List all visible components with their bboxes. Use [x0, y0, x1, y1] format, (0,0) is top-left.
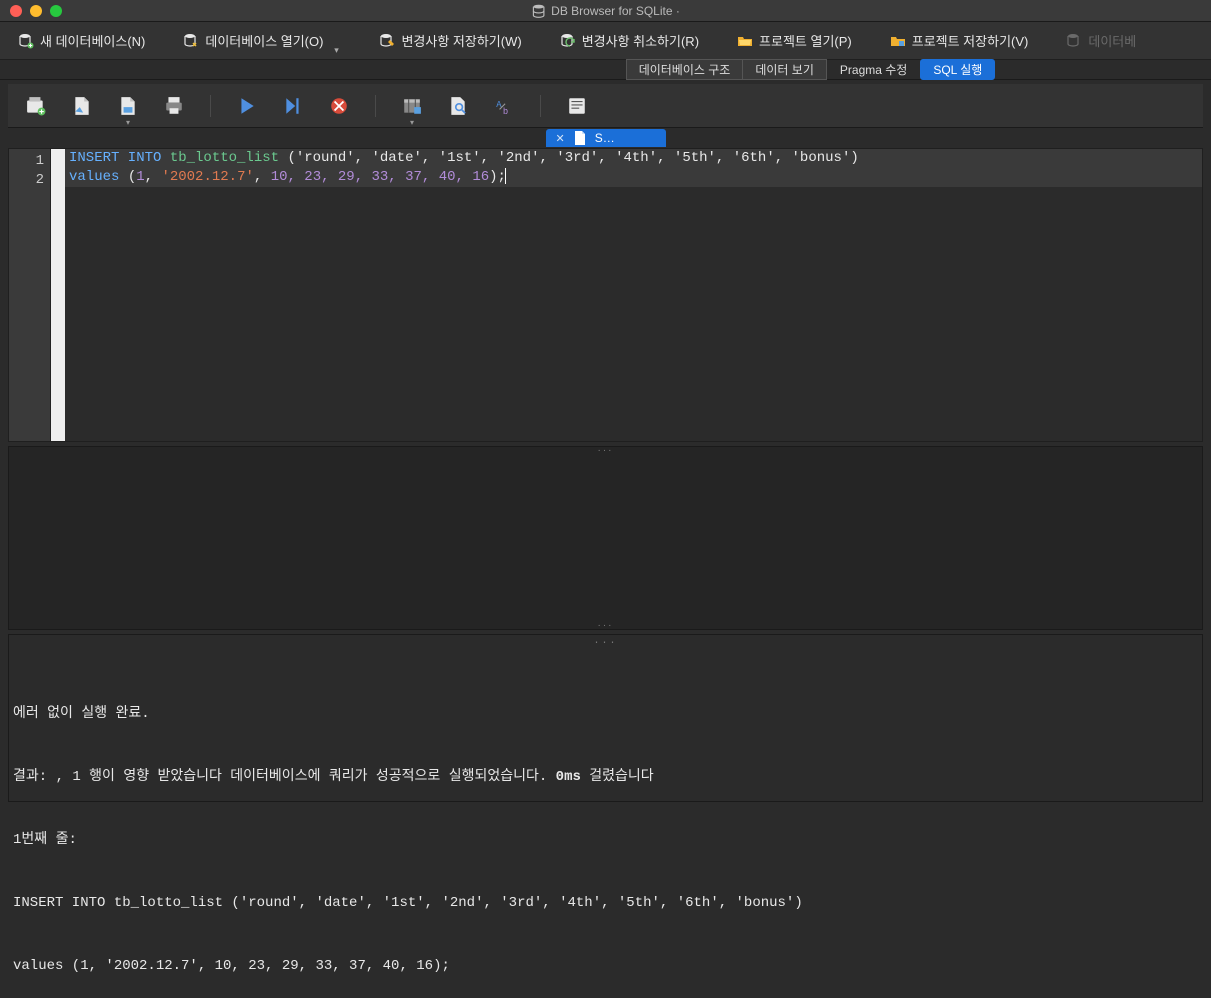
new-database-button[interactable]: 새 데이터베이스(N): [8, 27, 155, 54]
minimize-window-button[interactable]: [30, 5, 42, 17]
code-line[interactable]: values (1, '2002.12.7', 10, 23, 29, 33, …: [65, 168, 1202, 187]
new-database-label: 새 데이터베이스(N): [40, 31, 145, 50]
save-sql-file-button[interactable]: [118, 96, 138, 116]
attach-database-icon: [1066, 33, 1082, 49]
splitter-handle-icon[interactable]: ···: [598, 620, 614, 631]
close-tab-icon[interactable]: ✕: [556, 132, 565, 145]
window-title-text: DB Browser for SQLite ·: [551, 4, 680, 18]
revert-changes-label: 변경사항 취소하기(R): [582, 31, 699, 50]
main-toolbar: 새 데이터베이스(N) 데이터베이스 열기(O) ▾ 변경사항 저장하기(W) …: [0, 22, 1211, 60]
results-panel[interactable]: ··· ···: [8, 446, 1203, 630]
print-button[interactable]: [164, 96, 184, 116]
database-icon: [531, 4, 545, 18]
svg-text:b: b: [503, 106, 508, 115]
tab-db-structure[interactable]: 데이터베이스 구조: [626, 59, 743, 80]
close-window-button[interactable]: [10, 5, 22, 17]
code-area[interactable]: INSERT INTO tb_lotto_list ('round', 'dat…: [65, 149, 1202, 441]
window-controls: [0, 5, 62, 17]
output-line: 결과: , 1 행이 영향 받았습니다 데이터베이스에 쿼리가 성공적으로 실행…: [13, 767, 1198, 788]
stop-button[interactable]: [329, 96, 349, 116]
editor-tab-strip: ✕ S…: [8, 128, 1203, 148]
find-replace-button[interactable]: Ab: [494, 96, 514, 116]
output-line: 1번째 줄:: [13, 830, 1198, 851]
line-number: 1: [9, 152, 44, 171]
editor-tab-active[interactable]: ✕ S…: [546, 129, 666, 147]
splitter-handle-icon[interactable]: ···: [593, 633, 617, 654]
open-database-icon: [183, 33, 199, 49]
sql-editor[interactable]: 1 2 INSERT INTO tb_lotto_list ('round', …: [8, 148, 1203, 442]
open-database-button[interactable]: 데이터베이스 열기(O) ▾: [173, 22, 351, 60]
execute-line-button[interactable]: [283, 96, 303, 116]
open-project-icon: [737, 33, 753, 49]
open-sql-file-button[interactable]: [72, 96, 92, 116]
window-title: DB Browser for SQLite ·: [531, 4, 680, 18]
save-project-label: 프로젝트 저장하기(V): [912, 31, 1029, 50]
svg-text:A: A: [496, 100, 502, 110]
save-project-button[interactable]: 프로젝트 저장하기(V): [880, 27, 1039, 54]
open-project-button[interactable]: 프로젝트 열기(P): [727, 27, 862, 54]
tab-execute-sql[interactable]: SQL 실행: [920, 59, 995, 80]
attach-database-button[interactable]: 데이터베: [1056, 27, 1146, 54]
output-line: 에러 없이 실행 완료.: [13, 704, 1198, 725]
tab-edit-pragma[interactable]: Pragma 수정: [827, 59, 920, 80]
line-number: 2: [9, 171, 44, 190]
code-line[interactable]: INSERT INTO tb_lotto_list ('round', 'dat…: [65, 149, 1202, 168]
sql-log-button[interactable]: [567, 96, 587, 116]
titlebar: DB Browser for SQLite ·: [0, 0, 1211, 22]
open-project-label: 프로젝트 열기(P): [759, 31, 852, 50]
save-project-icon: [890, 33, 906, 49]
output-log-panel[interactable]: ··· 에러 없이 실행 완료. 결과: , 1 행이 영향 받았습니다 데이터…: [8, 634, 1203, 802]
fold-gutter: [51, 149, 65, 441]
text-cursor: [505, 168, 506, 184]
write-changes-button[interactable]: 변경사항 저장하기(W): [369, 27, 531, 54]
execute-sql-button[interactable]: [237, 96, 257, 116]
open-database-dropdown-icon[interactable]: ▾: [331, 26, 341, 56]
save-results-button[interactable]: [402, 96, 422, 116]
open-database-label: 데이터베이스 열기(O): [205, 31, 323, 50]
zoom-window-button[interactable]: [50, 5, 62, 17]
write-changes-icon: [379, 33, 395, 49]
new-database-icon: [18, 33, 34, 49]
new-sql-tab-button[interactable]: [26, 96, 46, 116]
revert-changes-icon: [560, 33, 576, 49]
write-changes-label: 변경사항 저장하기(W): [401, 31, 521, 50]
output-line: INSERT INTO tb_lotto_list ('round', 'dat…: [13, 893, 1198, 914]
attach-database-label: 데이터베: [1088, 31, 1136, 50]
tab-browse-data[interactable]: 데이터 보기: [742, 59, 827, 80]
sql-toolbar: Ab: [8, 84, 1203, 128]
editor-tab-label: S…: [595, 131, 615, 145]
find-button[interactable]: [448, 96, 468, 116]
sql-file-icon: [573, 131, 587, 145]
main-tabs: 데이터베이스 구조 데이터 보기 Pragma 수정 SQL 실행: [0, 60, 1211, 80]
revert-changes-button[interactable]: 변경사항 취소하기(R): [550, 27, 709, 54]
splitter-handle-icon[interactable]: ···: [598, 445, 614, 456]
output-line: values (1, '2002.12.7', 10, 23, 29, 33, …: [13, 956, 1198, 977]
line-number-gutter: 1 2: [9, 149, 51, 441]
